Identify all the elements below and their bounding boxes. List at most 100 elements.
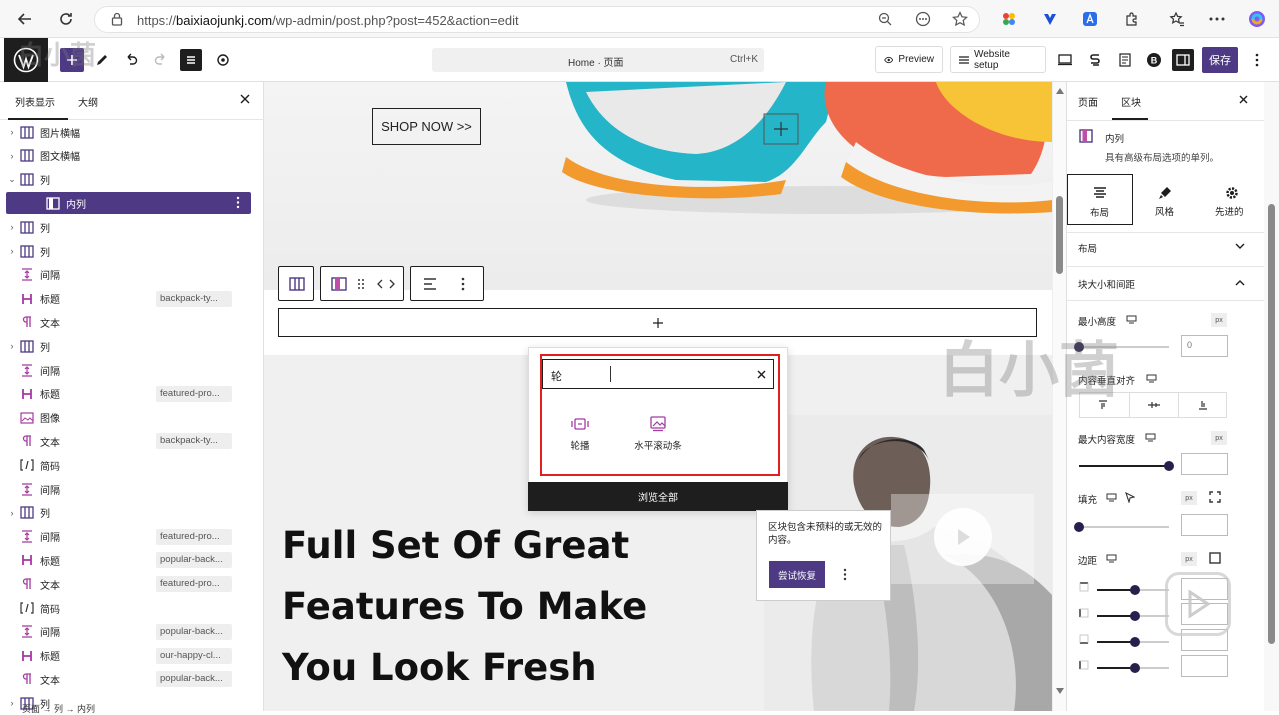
max-width-slider-knob[interactable] [1164, 461, 1174, 471]
list-view-row[interactable]: 标题 backpack-ty... [6, 288, 251, 310]
list-view-row[interactable]: 简码 [6, 454, 251, 476]
subtab-style[interactable]: 风格 [1133, 174, 1199, 225]
desktop-icon[interactable] [1106, 554, 1117, 563]
align-icon[interactable] [423, 278, 437, 290]
attempt-recovery-button[interactable]: 尝试恢复 [769, 561, 825, 588]
options-menu-icon[interactable] [1246, 49, 1268, 71]
subtab-layout[interactable]: 布局 [1067, 174, 1133, 225]
block-result-horizontal-scroll[interactable]: 水平滚动条 [623, 408, 693, 452]
extension-v-icon[interactable] [1040, 9, 1060, 29]
address-bar[interactable]: https://baixiaojunkj.com/wp-admin/post.p… [94, 6, 980, 33]
block-result-carousel[interactable]: 轮播 [545, 408, 615, 452]
block-search-input[interactable]: 轮 [542, 359, 774, 389]
reload-icon[interactable] [55, 8, 77, 30]
desktop-icon[interactable] [1146, 374, 1157, 383]
list-view-row[interactable]: 文本 [6, 311, 251, 333]
settings-scrollbar[interactable] [1264, 82, 1279, 711]
max-width-input[interactable] [1181, 453, 1228, 475]
clear-search-icon[interactable] [757, 370, 766, 379]
min-height-input[interactable]: 0 [1181, 335, 1228, 357]
desktop-icon[interactable] [1106, 493, 1117, 502]
tab-list-view[interactable]: 列表显示 [15, 94, 55, 109]
back-icon[interactable] [14, 8, 36, 30]
unit-badge[interactable]: px [1181, 552, 1197, 566]
row-options-icon[interactable] [236, 196, 240, 209]
layout-section-title[interactable]: 布局 [1078, 241, 1097, 255]
expand-chevron-icon[interactable]: › [6, 222, 18, 232]
link-sides-icon[interactable] [1209, 491, 1221, 503]
expand-chevron-icon[interactable]: › [6, 246, 18, 256]
more-menu-icon[interactable] [1207, 9, 1227, 29]
tab-outline[interactable]: 大纲 [78, 94, 98, 109]
margin-top-slider-knob[interactable] [1130, 585, 1140, 595]
margin-right-slider-knob[interactable] [1130, 611, 1140, 621]
expand-chevron-icon[interactable]: › [6, 151, 18, 161]
list-view-row[interactable]: 文本 featured-pro... [6, 573, 251, 595]
device-preview-icon[interactable] [1054, 49, 1076, 71]
parent-block-button[interactable] [278, 266, 314, 301]
extensions-puzzle-icon[interactable] [1122, 9, 1142, 29]
margin-left-input[interactable] [1181, 655, 1228, 677]
list-view-row[interactable]: › 列 [6, 240, 251, 262]
list-view-row[interactable]: 标题 our-happy-cl... [6, 645, 251, 667]
padding-input[interactable] [1181, 514, 1228, 536]
align-bottom-icon[interactable] [1198, 400, 1208, 410]
document-icon[interactable] [1114, 49, 1136, 71]
scroll-up-icon[interactable] [1056, 88, 1064, 94]
more-options-icon[interactable] [461, 277, 465, 291]
list-view-row[interactable]: 间隔 [6, 264, 251, 286]
reader-icon[interactable] [915, 11, 931, 27]
favorite-star-icon[interactable] [952, 11, 968, 27]
website-setup-button[interactable]: Website setup [950, 46, 1046, 73]
close-settings-icon[interactable] [1239, 95, 1248, 104]
align-middle-icon[interactable] [1148, 400, 1160, 410]
browse-all-button[interactable]: 浏览全部 [528, 482, 788, 511]
desktop-icon[interactable] [1126, 315, 1137, 324]
list-view-row[interactable]: 标题 popular-back... [6, 549, 251, 571]
pointer-icon[interactable] [1125, 492, 1135, 503]
tools-icon[interactable] [212, 49, 234, 71]
list-view-row[interactable]: › 列 [6, 502, 251, 524]
warning-more-icon[interactable] [843, 568, 847, 581]
block-appender-button[interactable] [278, 308, 1037, 337]
move-arrows-icon[interactable] [377, 279, 395, 289]
favorites-icon[interactable] [1167, 9, 1187, 29]
list-view-row[interactable]: › 图片横幅 [6, 121, 251, 143]
chevron-up-icon[interactable] [1235, 279, 1245, 286]
list-view-row[interactable]: 简码 [6, 597, 251, 619]
margin-bottom-slider-knob[interactable] [1130, 637, 1140, 647]
list-view-row[interactable]: › 列 [6, 216, 251, 238]
translate-icon[interactable] [1080, 9, 1100, 29]
expand-chevron-icon[interactable]: ⌄ [6, 174, 18, 185]
padding-slider-track[interactable] [1079, 526, 1169, 528]
close-icon[interactable] [240, 94, 250, 104]
save-button[interactable]: 保存 [1202, 47, 1238, 73]
desktop-icon[interactable] [1145, 433, 1156, 442]
list-view-row[interactable]: 文本 popular-back... [6, 668, 251, 690]
subtab-advanced[interactable]: 先进的 [1199, 174, 1265, 225]
document-overview-icon[interactable] [180, 49, 202, 71]
redo-icon[interactable] [150, 49, 172, 71]
list-view-row[interactable]: ⌄ 列 [6, 169, 251, 191]
unit-badge[interactable]: px [1211, 313, 1227, 327]
expand-chevron-icon[interactable]: › [6, 341, 18, 351]
list-view-row[interactable]: 图像 [6, 407, 251, 429]
unit-badge[interactable]: px [1211, 431, 1227, 445]
list-view-row[interactable]: 间隔 popular-back... [6, 621, 251, 643]
extension-flower-icon[interactable] [999, 9, 1019, 29]
plugin-s-icon[interactable] [1084, 49, 1106, 71]
shop-now-button[interactable]: SHOP NOW >> [372, 108, 481, 145]
list-view-row[interactable]: 间隔 [6, 359, 251, 381]
scroll-down-icon[interactable] [1056, 688, 1064, 694]
drag-handle-icon[interactable] [357, 278, 365, 290]
unlink-sides-icon[interactable] [1209, 552, 1221, 564]
copilot-icon[interactable] [1247, 9, 1267, 29]
expand-chevron-icon[interactable]: › [6, 127, 18, 137]
scroll-thumb[interactable] [1056, 196, 1063, 274]
list-view-row[interactable]: 文本 backpack-ty... [6, 430, 251, 452]
zoom-icon[interactable] [878, 12, 892, 26]
plugin-b-icon[interactable]: B [1143, 49, 1165, 71]
list-view-row[interactable]: 间隔 [6, 478, 251, 500]
tab-block[interactable]: 区块 [1121, 94, 1141, 109]
undo-icon[interactable] [120, 49, 142, 71]
